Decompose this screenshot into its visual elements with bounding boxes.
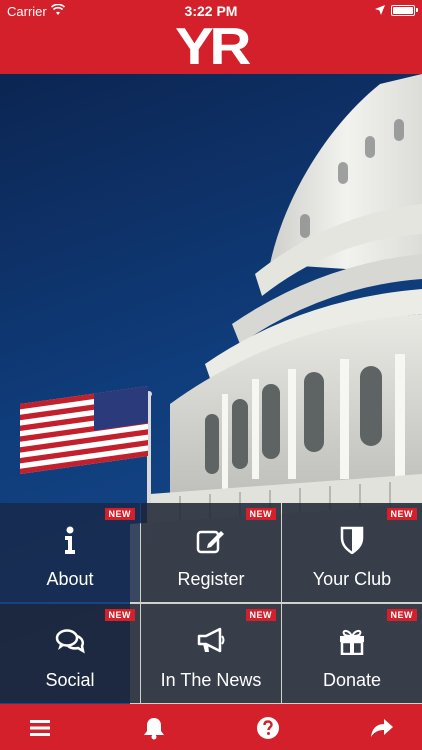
donate-label: Donate — [322, 670, 382, 690]
donate-tile[interactable]: NEW Donate — [282, 604, 422, 703]
register-label: Register — [177, 569, 245, 589]
edit-icon — [196, 525, 226, 555]
menu-icon[interactable] — [28, 716, 52, 740]
yr-logo: YR — [175, 18, 251, 76]
social-label: Social — [45, 670, 95, 690]
battery-icon — [391, 5, 418, 16]
help-icon[interactable] — [256, 716, 280, 740]
social-tile[interactable]: NEW Social — [0, 604, 140, 703]
your-club-label: Your Club — [312, 569, 392, 589]
in-the-news-label: In The News — [160, 670, 262, 690]
bottom-tab-bar — [0, 704, 422, 750]
shield-icon — [337, 525, 367, 555]
new-badge: NEW — [386, 508, 417, 520]
new-badge: NEW — [386, 609, 417, 621]
location-icon — [375, 5, 385, 15]
your-club-tile[interactable]: NEW Your Club — [282, 503, 422, 602]
app-header: YR — [0, 18, 422, 76]
chat-bubbles-icon — [55, 626, 85, 656]
gift-icon — [337, 626, 367, 656]
info-icon — [55, 525, 85, 555]
new-badge: NEW — [104, 609, 135, 621]
megaphone-icon — [196, 626, 226, 656]
register-tile[interactable]: NEW Register — [141, 503, 281, 602]
about-tile[interactable]: NEW About — [0, 503, 140, 602]
in-the-news-tile[interactable]: NEW In The News — [141, 604, 281, 703]
menu-grid: NEW About NEW Register NEW Your Club NEW… — [0, 503, 422, 703]
share-icon[interactable] — [370, 716, 394, 740]
new-badge: NEW — [245, 508, 276, 520]
new-badge: NEW — [245, 609, 276, 621]
status-time: 3:22 PM — [184, 3, 238, 19]
new-badge: NEW — [104, 508, 135, 520]
bell-icon[interactable] — [142, 716, 166, 740]
about-label: About — [46, 569, 94, 589]
